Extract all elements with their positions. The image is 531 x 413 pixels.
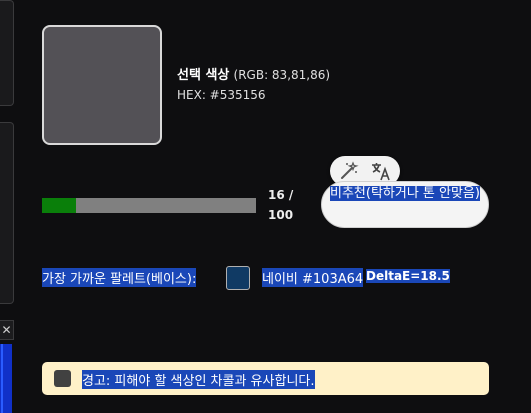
left-selection-bar: [0, 344, 12, 413]
delta-e-value: DeltaE=18.5: [366, 269, 450, 283]
selected-color-swatch: [42, 25, 162, 145]
selected-color-info: 선택 색상 (RGB: 83,81,86): [177, 64, 330, 83]
palette-color-chip: [226, 266, 250, 290]
translate-icon[interactable]: [370, 160, 392, 182]
warning-text: 경고: 피해야 할 색상인 차콜과 유사합니다.: [82, 370, 315, 389]
palette-name: 네이비 #103A64: [262, 268, 364, 287]
rgb-value: (RGB: 83,81,86): [233, 68, 331, 82]
left-panel-top: [0, 0, 14, 106]
selected-color-title: 선택 색상: [177, 68, 230, 83]
progress-count-current: 16 /: [268, 188, 294, 202]
close-icon[interactable]: ✕: [0, 320, 14, 340]
warning-checkbox[interactable]: [54, 370, 71, 387]
warning-banner: 경고: 피해야 할 색상인 차콜과 유사합니다.: [42, 362, 489, 395]
progress-count-total: 100: [268, 208, 294, 222]
left-panel-middle: [0, 122, 14, 304]
progress-bar: [42, 198, 256, 213]
magic-wand-icon[interactable]: [338, 160, 360, 182]
nearest-palette-label: 가장 가까운 팔레트(베이스):: [42, 268, 197, 287]
recommendation-text: 비추천(탁하거나 톤 안맞음): [330, 186, 480, 201]
progress-fill: [42, 198, 77, 213]
hex-value: HEX: #535156: [177, 88, 266, 102]
